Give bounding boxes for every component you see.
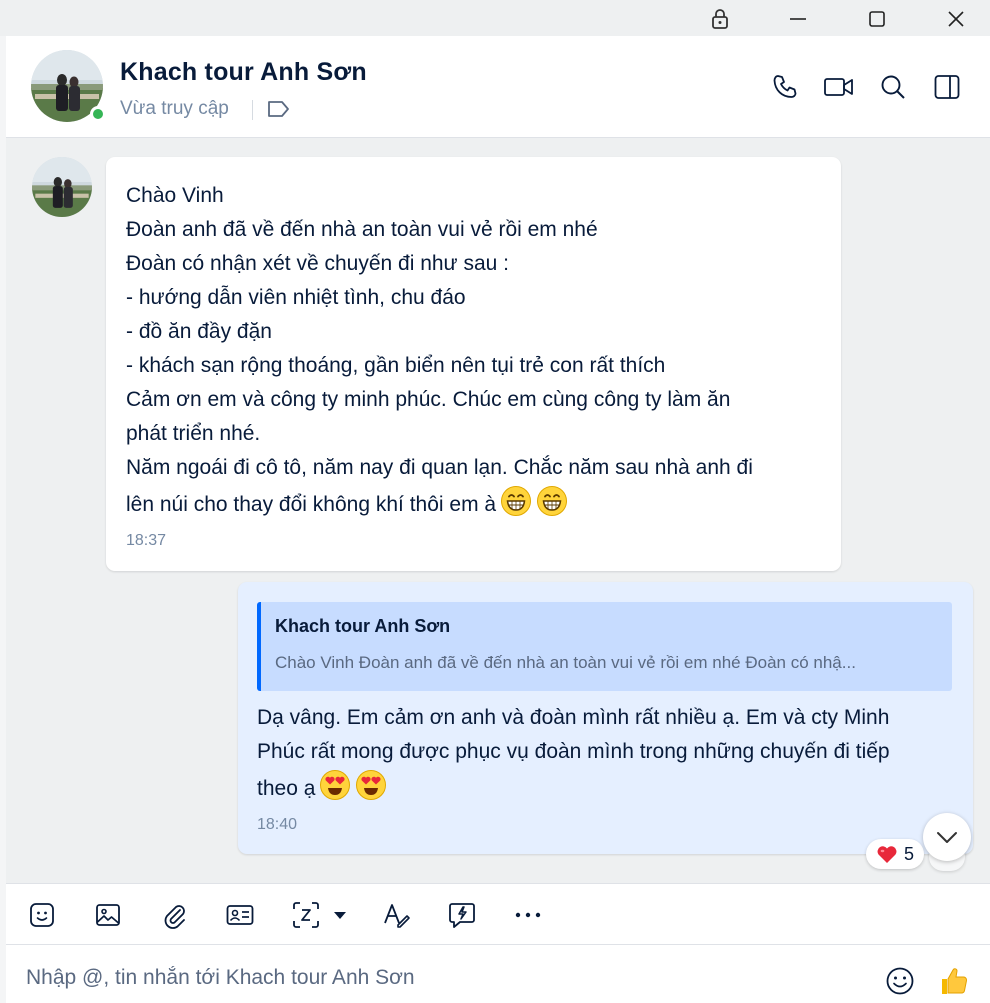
quoted-sender: Khach tour Anh Sơn <box>275 616 451 636</box>
message-time: 18:37 <box>126 532 167 549</box>
message-line: phát triển nhé. <box>126 422 261 445</box>
message-line: Cảm ơn em và công ty minh phúc. Chúc em … <box>126 388 731 411</box>
conversation-header: Khach tour Anh Sơn Vừa truy cập <box>6 36 990 138</box>
search-icon[interactable] <box>876 70 910 104</box>
chevron-down-icon <box>937 832 957 843</box>
reaction-count: 5 <box>903 843 914 864</box>
text-format-icon[interactable] <box>378 897 414 933</box>
incoming-message[interactable]: Chào Vinh Đoàn anh đã về đến nhà an toàn… <box>106 157 841 571</box>
maximize-icon[interactable] <box>861 6 893 32</box>
outgoing-message[interactable]: Khach tour Anh Sơn Chào Vinh Đoàn anh đã… <box>238 582 973 854</box>
message-line: - khách sạn rộng thoáng, gần biển nên tụ… <box>126 354 666 377</box>
tag-icon[interactable] <box>266 98 292 120</box>
message-line-with-emoji: lên núi cho thay đổi không khí thôi em à <box>126 485 821 522</box>
lock-icon[interactable] <box>704 6 736 32</box>
message-line: Năm ngoái đi cô tô, năm nay đi quan lạn.… <box>126 456 753 479</box>
message-line: Dạ vâng. Em cảm ơn anh và đoàn mình rất … <box>257 706 890 729</box>
image-icon[interactable] <box>90 897 126 933</box>
scroll-to-bottom-button[interactable] <box>923 813 971 861</box>
window-titlebar <box>0 0 990 36</box>
contact-name[interactable]: Khach tour Anh Sơn <box>120 58 367 87</box>
heart-emoji <box>876 844 898 864</box>
message-line: Đoàn anh đã về đến nhà an toàn vui vẻ rồ… <box>126 218 598 241</box>
online-indicator <box>90 106 106 122</box>
message-list[interactable]: Chào Vinh Đoàn anh đã về đến nhà an toàn… <box>6 139 990 883</box>
message-line: Đoàn có nhận xét về chuyến đi như sau : <box>126 252 509 275</box>
sidebar-toggle-icon[interactable] <box>930 70 964 104</box>
heart-eyes-emoji <box>319 769 351 801</box>
thumbs-up-icon[interactable] <box>936 963 972 999</box>
message-line: Chào Vinh <box>126 184 224 207</box>
divider <box>252 100 253 120</box>
close-icon[interactable] <box>940 6 972 32</box>
message-time: 18:40 <box>257 816 298 833</box>
heart-eyes-emoji <box>355 769 387 801</box>
quoted-text: Chào Vinh Đoàn anh đã về đến nhà an toàn… <box>275 653 856 672</box>
message-line: - đồ ăn đầy đặn <box>126 320 272 343</box>
phone-icon[interactable] <box>768 70 802 104</box>
more-icon[interactable] <box>510 897 546 933</box>
dropdown-caret-icon[interactable] <box>326 897 354 933</box>
quoted-message[interactable]: Khach tour Anh Sơn Chào Vinh Đoàn anh đã… <box>257 602 952 691</box>
message-line-text: lên núi cho thay đổi không khí thôi em à <box>126 493 497 516</box>
grinning-emoji <box>536 485 568 517</box>
sender-avatar[interactable] <box>32 157 92 217</box>
grinning-emoji <box>500 485 532 517</box>
sticker-icon[interactable] <box>24 897 60 933</box>
message-line: - hướng dẫn viên nhiệt tình, chu đáo <box>126 286 466 309</box>
message-line-text: theo ạ <box>257 777 316 800</box>
minimize-icon[interactable] <box>782 6 814 32</box>
quick-message-icon[interactable] <box>444 897 480 933</box>
screenshot-icon[interactable] <box>288 897 324 933</box>
reaction-badge[interactable]: 5 <box>866 839 924 869</box>
video-icon[interactable] <box>822 70 856 104</box>
contact-card-icon[interactable] <box>222 897 258 933</box>
message-input[interactable] <box>26 963 866 993</box>
composer-toolbar <box>6 883 990 945</box>
attachment-icon[interactable] <box>156 897 192 933</box>
composer <box>6 945 990 1003</box>
emoji-picker-icon[interactable] <box>882 963 918 999</box>
message-line-with-emoji: theo ạ <box>257 769 953 806</box>
contact-status: Vừa truy cập <box>120 98 229 119</box>
message-line: Phúc rất mong được phục vụ đoàn mình tro… <box>257 740 890 763</box>
